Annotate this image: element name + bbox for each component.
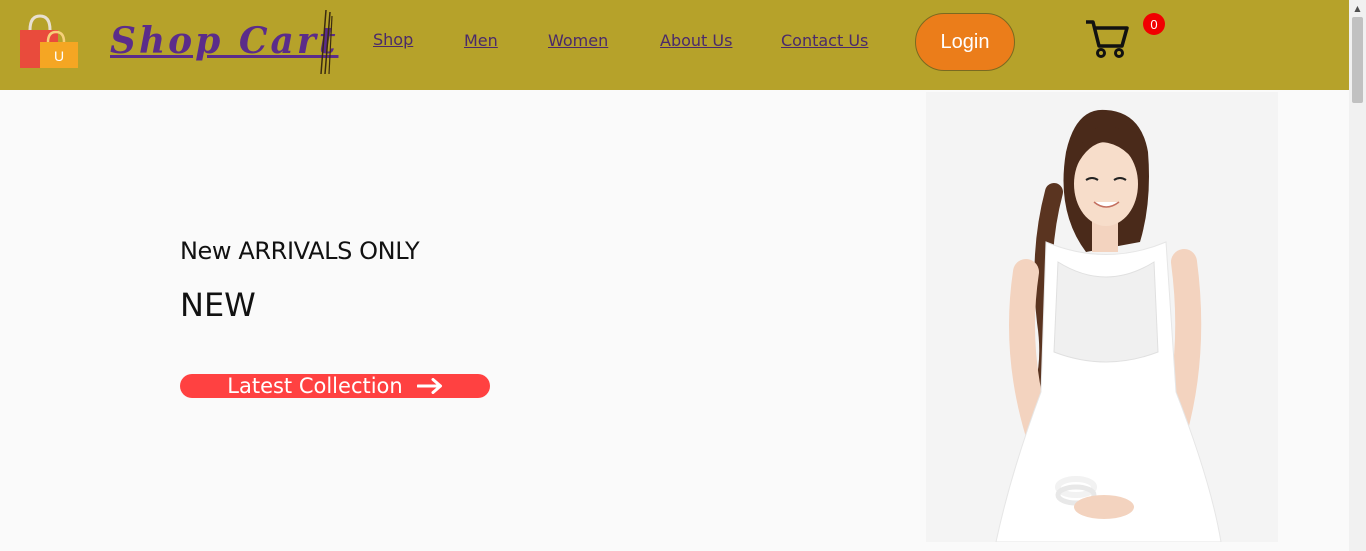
shopping-bag-logo-icon[interactable]: U <box>18 12 80 72</box>
nav-shop[interactable]: Shop <box>373 30 413 50</box>
arrow-right-icon <box>416 378 442 394</box>
cart-icon[interactable] <box>1084 18 1130 60</box>
latest-collection-button[interactable]: Latest Collection <box>180 374 490 398</box>
hero-subtitle: New ARRIVALS ONLY <box>180 237 420 265</box>
latest-collection-label: Latest Collection <box>227 374 403 398</box>
nav-contact-us[interactable]: Contact Us <box>781 31 868 51</box>
brand-decoration-icon <box>320 9 333 75</box>
cart-count-badge: 0 <box>1143 13 1165 35</box>
hero-model-image <box>926 92 1278 542</box>
bag-letter: U <box>54 48 64 64</box>
hero-title: NEW <box>180 286 256 324</box>
login-button[interactable]: Login <box>915 13 1015 71</box>
scrollbar-thumb[interactable] <box>1352 17 1363 103</box>
vertical-scrollbar[interactable]: ▲ <box>1349 0 1366 551</box>
navbar: U Shop Cart Shop Men Women About Us Cont… <box>0 0 1349 90</box>
nav-men[interactable]: Men <box>464 31 498 51</box>
nav-about-us[interactable]: About Us <box>660 31 732 51</box>
nav-women[interactable]: Women <box>548 31 608 51</box>
scroll-up-arrow-icon[interactable]: ▲ <box>1349 0 1366 17</box>
model-illustration <box>995 109 1222 542</box>
brand-name[interactable]: Shop Cart <box>110 17 338 65</box>
